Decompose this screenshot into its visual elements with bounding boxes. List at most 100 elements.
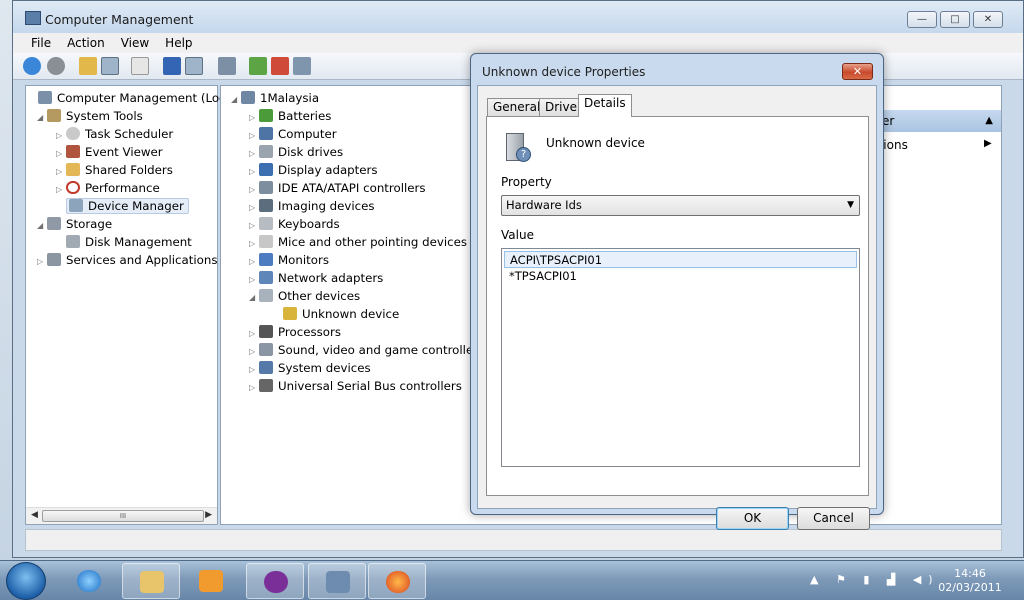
tab-details[interactable]: Details	[578, 94, 632, 117]
show-hide-action-pane-icon[interactable]	[185, 57, 203, 75]
list-item[interactable]: ACPI\TPSACPI01	[504, 251, 857, 268]
clock[interactable]: 14:46 02/03/2011	[932, 567, 1008, 595]
processors-icon	[259, 325, 273, 338]
tree-item-services-and-applications[interactable]: ▷ Services and Applications	[37, 251, 218, 269]
computer-icon	[38, 91, 52, 104]
device-category-network-adapters[interactable]: ▷ Network adapters	[249, 269, 383, 287]
tree-item-computer-management[interactable]: Computer Management (Local	[28, 89, 236, 107]
disk-drives-icon	[259, 145, 273, 158]
device-category-monitors[interactable]: ▷ Monitors	[249, 251, 329, 269]
device-label: Sound, video and game controllers	[278, 343, 485, 357]
storage-icon	[47, 217, 61, 230]
status-bar	[25, 529, 1002, 551]
device-category-batteries[interactable]: ▷ Batteries	[249, 107, 331, 125]
help-icon[interactable]	[163, 57, 181, 75]
expand-arrow-icon[interactable]: ▷	[249, 379, 259, 397]
device-category-unknown-device[interactable]: Unknown device	[273, 305, 399, 323]
tree-item-shared-folders[interactable]: ▷ Shared Folders	[56, 161, 173, 179]
tree-item-system-tools[interactable]: ◢ System Tools	[37, 107, 143, 125]
firefox-icon	[386, 571, 410, 593]
device-label: Mice and other pointing devices	[278, 235, 468, 249]
ide-ata-atapi-controllers-icon	[259, 181, 273, 194]
tree-item-device-manager[interactable]: Device Manager	[66, 197, 189, 215]
menu-view[interactable]: View	[113, 33, 157, 53]
update-driver-icon[interactable]	[249, 57, 267, 75]
tree-item-performance[interactable]: ▷ Performance	[56, 179, 160, 197]
media-player-taskbar-button[interactable]	[182, 563, 240, 599]
details-panel: ? Unknown device Property Hardware Ids ▼…	[486, 116, 869, 496]
device-category-universal-serial-bus-controllers[interactable]: ▷ Universal Serial Bus controllers	[249, 377, 462, 395]
menu-help[interactable]: Help	[157, 33, 200, 53]
start-button[interactable]	[6, 562, 46, 600]
unknown-device-icon	[283, 307, 297, 320]
menu-bar: File Action View Help	[13, 33, 1023, 53]
mice-and-other-pointing-devices-icon	[259, 235, 273, 248]
device-category-display-adapters[interactable]: ▷ Display adapters	[249, 161, 378, 179]
value-list[interactable]: ACPI\TPSACPI01 *TPSACPI01	[501, 248, 860, 467]
yahoo-messenger-icon	[264, 571, 288, 593]
dialog-close-button[interactable]: ✕	[842, 63, 873, 80]
display-adapters-icon	[259, 163, 273, 176]
back-icon[interactable]	[23, 57, 41, 75]
yahoo-messenger-taskbar-button[interactable]	[246, 563, 304, 599]
menu-file[interactable]: File	[13, 33, 59, 53]
firefox-taskbar-button[interactable]	[368, 563, 426, 599]
scroll-thumb[interactable]: III	[42, 510, 204, 522]
list-item[interactable]: *TPSACPI01	[504, 268, 857, 285]
maximize-button[interactable]: □	[940, 11, 970, 28]
uninstall-icon[interactable]	[271, 57, 289, 75]
unknown-device-properties-dialog: Unknown device Properties ✕ General Driv…	[470, 53, 884, 530]
services-icon	[47, 253, 61, 266]
device-category-processors[interactable]: ▷ Processors	[249, 323, 341, 341]
tab-general[interactable]: General	[487, 98, 547, 116]
show-hide-tree-icon[interactable]	[101, 57, 119, 75]
device-category-other-devices[interactable]: ◢ Other devices	[249, 287, 360, 305]
tree-item-storage[interactable]: ◢ Storage	[37, 215, 112, 233]
device-category-sound-video-and-game-controllers[interactable]: ▷ Sound, video and game controllers	[249, 341, 484, 359]
property-dropdown[interactable]: Hardware Ids ▼	[501, 195, 860, 216]
console-tree-pane: Computer Management (Local ◢ System Tools…	[25, 85, 236, 525]
scroll-right-icon[interactable]: ▶	[205, 510, 212, 520]
submenu-arrow-icon: ▶	[984, 138, 992, 149]
forward-icon[interactable]	[47, 57, 65, 75]
horizontal-scrollbar[interactable]: ◀ III ▶	[26, 507, 217, 524]
internet-explorer-taskbar-button[interactable]	[60, 563, 118, 599]
device-label: Unknown device	[302, 307, 400, 321]
explorer-taskbar-button[interactable]	[122, 563, 180, 599]
ok-button[interactable]: OK	[716, 507, 789, 530]
device-tree-root[interactable]: ◢ 1Malaysia	[231, 89, 319, 107]
scroll-left-icon[interactable]: ◀	[31, 510, 38, 520]
tree-item-disk-management[interactable]: Disk Management	[66, 233, 192, 251]
device-category-ide-ata-atapi-controllers[interactable]: ▷ IDE ATA/ATAPI controllers	[249, 179, 426, 197]
computer-management-taskbar-button[interactable]	[308, 563, 366, 599]
device-category-mice-and-other-pointing-devices[interactable]: ▷ Mice and other pointing devices	[249, 233, 467, 251]
device-label: Other devices	[278, 289, 361, 303]
tree-item-event-viewer[interactable]: ▷ Event Viewer	[56, 143, 163, 161]
menu-action[interactable]: Action	[59, 33, 113, 53]
dialog-title: Unknown device Properties	[482, 65, 646, 79]
computer-management-icon	[25, 11, 41, 25]
collapse-up-icon[interactable]: ▲	[985, 110, 993, 132]
device-category-imaging-devices[interactable]: ▷ Imaging devices	[249, 197, 375, 215]
tree-item-task-scheduler[interactable]: ▷ Task Scheduler	[56, 125, 173, 143]
title-bar[interactable]: Computer Management — □ ✕	[13, 1, 1023, 33]
device-category-system-devices[interactable]: ▷ System devices	[249, 359, 371, 377]
collapse-arrow-icon[interactable]: ◢	[249, 289, 259, 307]
device-category-keyboards[interactable]: ▷ Keyboards	[249, 215, 340, 233]
device-category-computer[interactable]: ▷ Computer	[249, 125, 337, 143]
window-title: Computer Management	[45, 12, 194, 27]
system-tray[interactable]: ▲ ⚑ ▮ ▟ ◀)	[810, 573, 940, 586]
close-button[interactable]: ✕	[973, 11, 1003, 28]
up-folder-icon[interactable]	[79, 57, 97, 75]
properties-icon[interactable]	[131, 57, 149, 75]
scan-hardware-icon[interactable]	[218, 57, 236, 75]
unknown-device-icon: ?	[502, 133, 532, 163]
enable-device-icon[interactable]	[293, 57, 311, 75]
internet-explorer-icon	[77, 570, 101, 592]
device-category-disk-drives[interactable]: ▷ Disk drives	[249, 143, 343, 161]
performance-icon	[66, 181, 80, 194]
universal-serial-bus-controllers-icon	[259, 379, 273, 392]
device-manager-icon	[69, 199, 83, 212]
minimize-button[interactable]: —	[907, 11, 937, 28]
cancel-button[interactable]: Cancel	[797, 507, 870, 530]
